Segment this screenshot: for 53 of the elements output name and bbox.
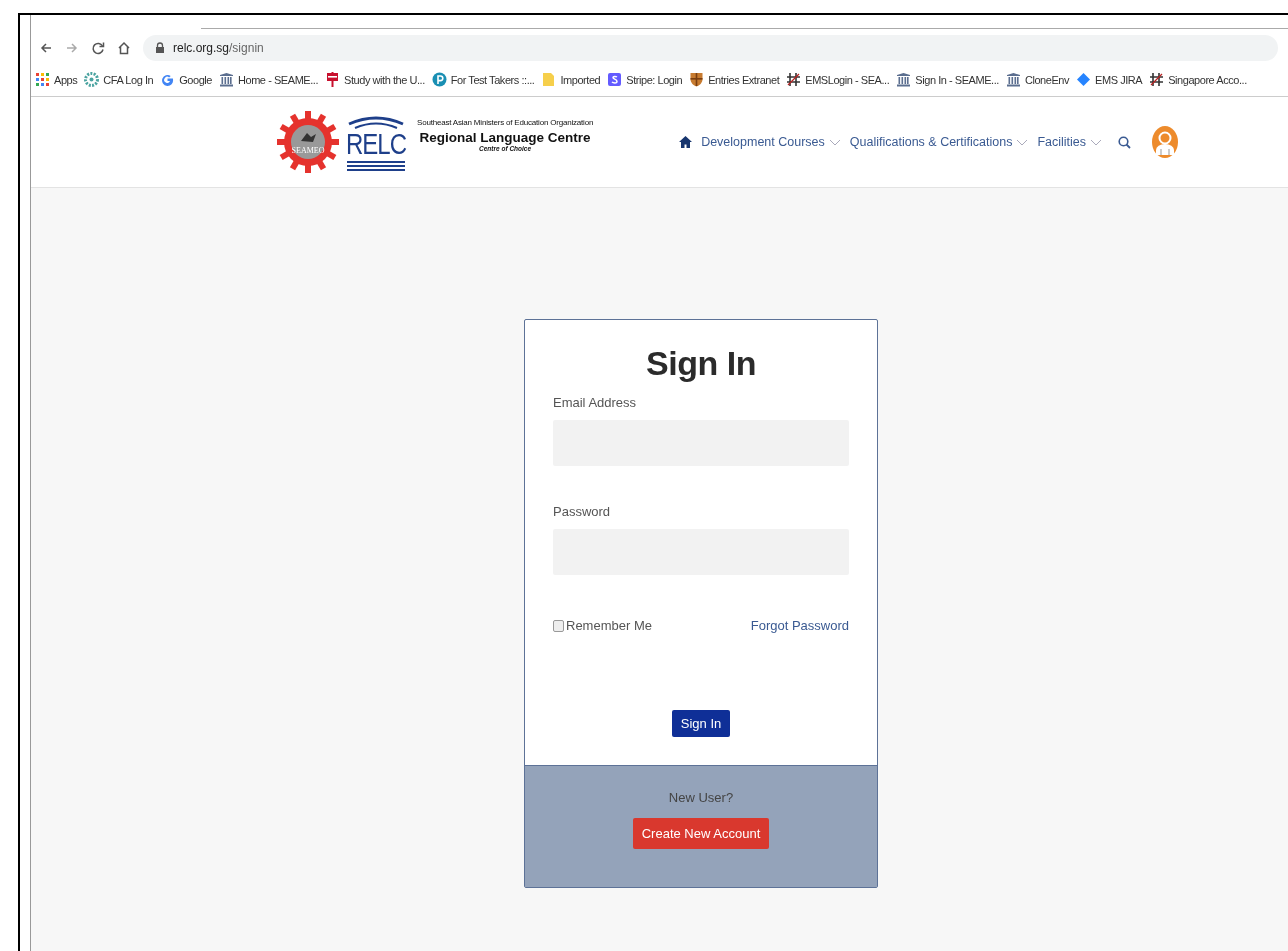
- shield-icon: [689, 72, 705, 87]
- bookmark[interactable]: CloneEnv: [1005, 72, 1070, 87]
- circle-p-icon: [431, 72, 447, 87]
- reload-icon: [91, 41, 105, 55]
- emblem-logo: SEAMEO: [277, 111, 339, 173]
- create-account-button[interactable]: Create New Account: [632, 818, 770, 849]
- bookmark[interactable]: Google: [160, 72, 212, 87]
- bookmark[interactable]: Study with the U...: [325, 72, 425, 87]
- square-s-icon: [607, 72, 623, 87]
- bookmark[interactable]: For Test Takers ::...: [431, 72, 535, 87]
- search-icon: [1118, 135, 1131, 149]
- nav-menu-item[interactable]: Development Courses: [701, 135, 841, 149]
- sign-in-button[interactable]: Sign In: [671, 710, 731, 737]
- hash-icon: [1149, 72, 1165, 87]
- relc-logo: RELC: [347, 113, 405, 171]
- organization-name: Southeast Asian Ministers of Education Organization: [417, 118, 594, 127]
- columns-icon: [1005, 72, 1021, 87]
- lock-icon: [155, 42, 165, 54]
- columns-icon: [896, 72, 912, 87]
- hash-icon: [786, 72, 802, 87]
- bookmark[interactable]: Apps: [35, 72, 78, 87]
- bookmark[interactable]: Imported: [541, 72, 601, 87]
- diamond-icon: [1076, 72, 1092, 87]
- field-label: Email Address: [553, 395, 638, 410]
- bookmark[interactable]: Singapore Acco...: [1149, 72, 1247, 87]
- home-icon: [679, 136, 693, 148]
- bookmark[interactable]: EMSLogin - SEA...: [786, 72, 890, 87]
- forgot-password-link[interactable]: Forgot Password: [750, 618, 849, 633]
- bookmark[interactable]: Entries Extranet: [689, 72, 780, 87]
- new-user-prompt: New User?: [668, 790, 734, 805]
- checkbox[interactable]: [553, 619, 564, 632]
- home-icon: [117, 41, 131, 55]
- form-title: Sign In: [645, 344, 757, 383]
- bookmark[interactable]: CFA Log In: [84, 72, 154, 87]
- address-bar[interactable]: relc.org.sg/signin: [143, 35, 1278, 61]
- nav-menu-item[interactable]: Qualifications & Certifications: [849, 135, 1029, 149]
- stripes-icon: [347, 160, 405, 171]
- back-icon: [39, 41, 53, 55]
- bookmark[interactable]: Stripe: Login: [607, 72, 683, 87]
- letter-g-icon: [160, 72, 176, 87]
- site-name: Regional Language Centre: [419, 130, 591, 145]
- user-avatar-icon: [1151, 125, 1179, 159]
- checkbox-label: Remember Me: [566, 618, 652, 633]
- bookmark[interactable]: Sign In - SEAME...: [896, 72, 999, 87]
- flower-icon: [84, 72, 100, 87]
- bookmark[interactable]: Home - SEAME...: [219, 72, 319, 87]
- columns-icon: [219, 72, 234, 87]
- nav-menu-item[interactable]: Facilities: [1037, 135, 1102, 149]
- apps-grid-icon: [35, 72, 50, 87]
- field-label: Password: [553, 504, 612, 519]
- url-text: relc.org.sg/signin: [173, 41, 264, 55]
- forward-icon: [65, 41, 79, 55]
- bookmark[interactable]: EMS JIRA: [1076, 72, 1143, 87]
